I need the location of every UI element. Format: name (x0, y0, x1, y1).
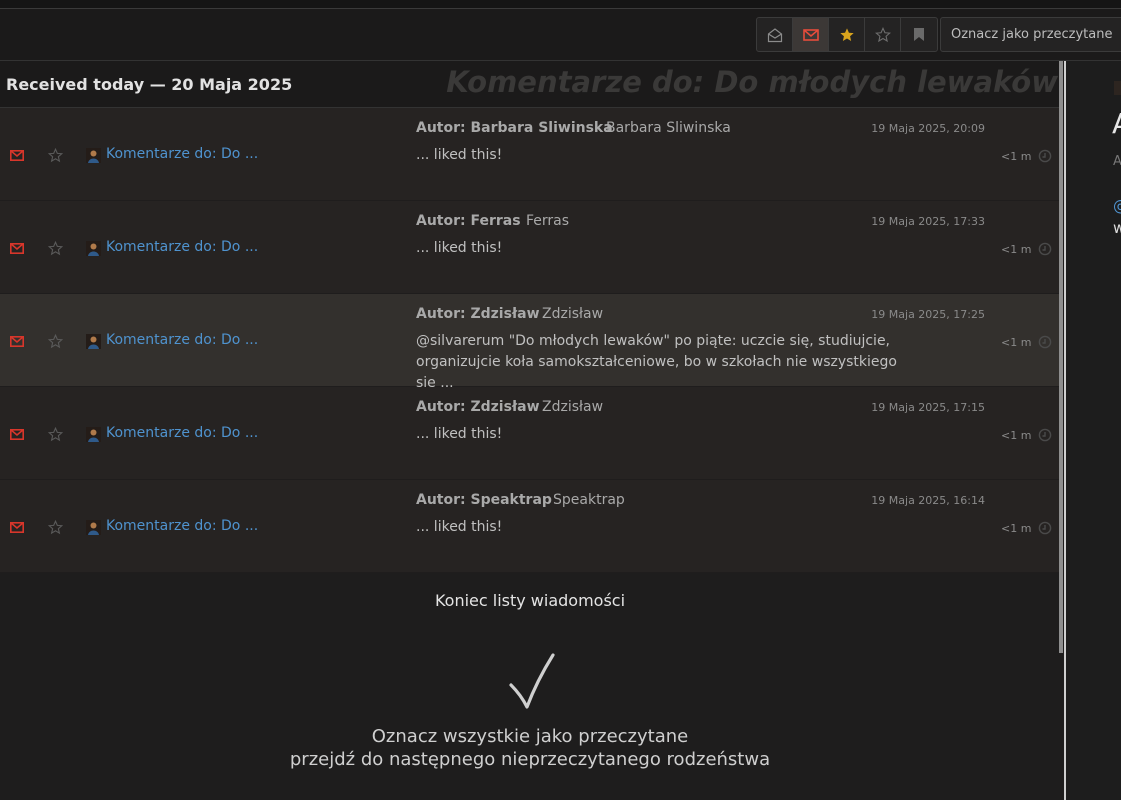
thread-avatar (86, 334, 101, 349)
message-age: <1 m (1001, 522, 1032, 535)
bookmark-icon (914, 28, 924, 41)
toolbar: Oznacz jako przeczytane (0, 9, 1121, 61)
message-row[interactable]: Komentarze do: Do ... Autor: Zdzisław Zdzi… (0, 294, 1062, 391)
thread-avatar (86, 241, 101, 256)
unread-envelope-icon[interactable] (10, 522, 24, 533)
thread-link[interactable]: Komentarze do: Do ... (106, 425, 258, 441)
preview-title: A (1112, 107, 1121, 140)
message-row[interactable]: Komentarze do: Do ... Autor: Zdzisław Zdzi… (0, 387, 1062, 480)
author-name: Zdzisław (542, 399, 604, 415)
filter-unread-button[interactable] (793, 18, 829, 51)
star-outline-icon[interactable] (48, 334, 63, 349)
next-unread-sibling-link[interactable]: przejdź do następnego nieprzeczytanego r… (0, 749, 1060, 770)
thread-avatar (86, 520, 101, 535)
thread-link[interactable]: Komentarze do: Do ... (106, 239, 258, 255)
star-outline-icon[interactable] (48, 520, 63, 535)
preview-body-text: w (1113, 219, 1121, 237)
end-of-list-label: Koniec listy wiadomości (434, 591, 626, 610)
message-rows: Komentarze do: Do ... Autor: Barbara Sliw… (0, 108, 1062, 573)
thread-link[interactable]: Komentarze do: Do ... (106, 146, 258, 162)
checkmark-icon (509, 653, 555, 709)
message-date: 19 Maja 2025, 16:14 (871, 494, 985, 507)
star-outline-icon (874, 26, 891, 42)
filter-starred-button[interactable] (829, 18, 865, 51)
message-row[interactable]: Komentarze do: Do ... Autor: Ferras Ferras… (0, 201, 1062, 294)
author-name: Zdzisław (542, 306, 604, 322)
preview-mention-link[interactable]: @ (1113, 197, 1121, 215)
star-outline-icon[interactable] (48, 241, 63, 256)
filter-read-button[interactable] (757, 18, 793, 51)
message-date: 19 Maja 2025, 20:09 (871, 122, 985, 135)
message-list: Received today — 20 Maja 2025 Komentarze… (0, 61, 1062, 800)
list-header: Received today — 20 Maja 2025 Komentarze… (0, 61, 1062, 108)
filter-button-group (756, 17, 938, 52)
author-label: Autor: Barbara Sliwinska (416, 120, 613, 136)
star-outline-icon[interactable] (48, 427, 63, 442)
preview-meta: A (1113, 154, 1121, 169)
envelope-open-icon (767, 27, 782, 42)
author-name: Ferras (526, 213, 570, 229)
message-row[interactable]: Komentarze do: Do ... Autor: Barbara Sliw… (0, 108, 1062, 201)
reply-icon[interactable] (1038, 335, 1052, 349)
filter-unstarred-button[interactable] (865, 18, 901, 51)
message-snippet[interactable]: ... liked this! (416, 145, 906, 166)
message-snippet[interactable]: ... liked this! (416, 238, 906, 259)
preview-pane: A A @ w (1066, 61, 1121, 800)
message-age: <1 m (1001, 429, 1032, 442)
author-label: Autor: Speaktrap (416, 492, 552, 508)
thread-avatar (86, 148, 101, 163)
message-date: 19 Maja 2025, 17:25 (871, 308, 985, 321)
unread-envelope-icon[interactable] (10, 243, 24, 254)
group-title: Received today — 20 Maja 2025 (6, 75, 293, 94)
author-label: Autor: Zdzisław (416, 306, 540, 322)
top-strip (0, 0, 1121, 9)
mark-all-read-link[interactable]: Oznacz wszystkie jako przeczytane (0, 726, 1060, 747)
scrollbar[interactable] (1059, 61, 1063, 653)
unread-envelope-icon[interactable] (10, 150, 24, 161)
message-age: <1 m (1001, 150, 1032, 163)
message-snippet[interactable]: ... liked this! (416, 517, 906, 538)
author-label: Autor: Zdzisław (416, 399, 540, 415)
thread-link[interactable]: Komentarze do: Do ... (106, 518, 258, 534)
thread-link[interactable]: Komentarze do: Do ... (106, 332, 258, 348)
unread-envelope-icon[interactable] (10, 429, 24, 440)
thread-title-watermark: Komentarze do: Do młodych lewaków (446, 65, 1058, 99)
reply-icon[interactable] (1038, 242, 1052, 256)
message-snippet[interactable]: @silvarerum "Do młodych lewaków" po piąt… (416, 331, 906, 394)
message-date: 19 Maja 2025, 17:15 (871, 401, 985, 414)
message-age: <1 m (1001, 336, 1032, 349)
envelope-icon (802, 28, 819, 41)
message-date: 19 Maja 2025, 17:33 (871, 215, 985, 228)
star-outline-icon[interactable] (48, 148, 63, 163)
filter-bookmark-button[interactable] (901, 18, 937, 51)
message-row[interactable]: Komentarze do: Do ... Autor: Speaktrap Spe… (0, 480, 1062, 573)
reply-icon[interactable] (1038, 149, 1052, 163)
reply-icon[interactable] (1038, 428, 1052, 442)
author-name: Barbara Sliwinska (606, 120, 731, 136)
thread-avatar (86, 427, 101, 442)
message-snippet[interactable]: ... liked this! (416, 424, 906, 445)
author-label: Autor: Ferras (416, 213, 521, 229)
message-age: <1 m (1001, 243, 1032, 256)
unread-envelope-icon[interactable] (10, 336, 24, 347)
star-filled-icon (839, 27, 854, 41)
reply-icon[interactable] (1038, 521, 1052, 535)
author-name: Speaktrap (553, 492, 625, 508)
mark-read-button[interactable]: Oznacz jako przeczytane (940, 17, 1121, 52)
preview-avatar (1114, 81, 1121, 95)
